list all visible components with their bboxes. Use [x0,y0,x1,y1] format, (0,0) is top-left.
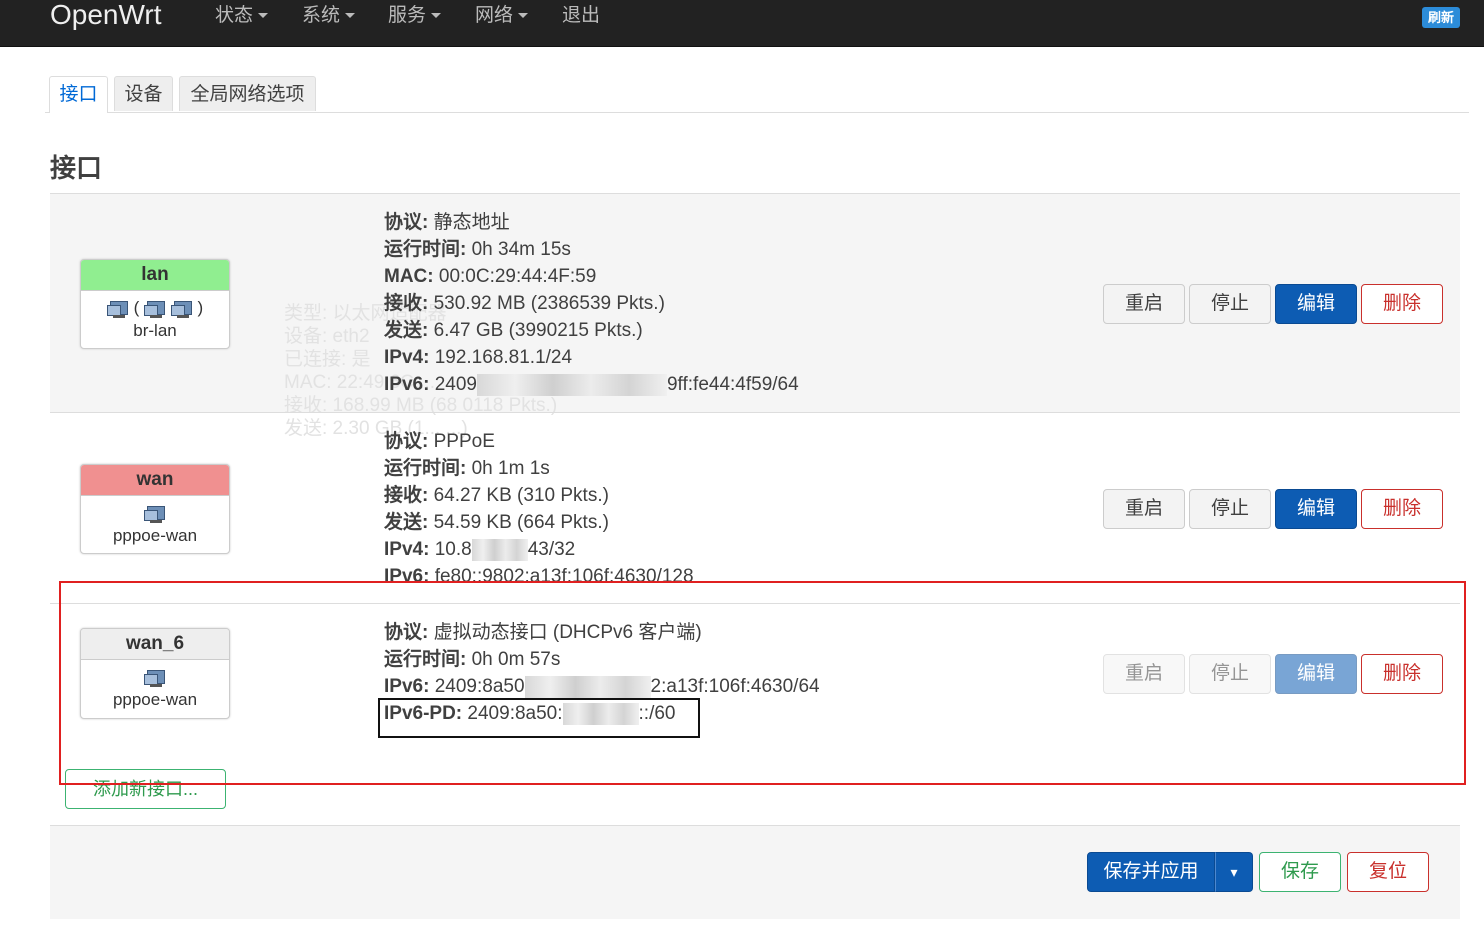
menu-status[interactable]: 状态 [215,4,269,28]
chevron-down-icon [258,13,269,19]
edit-button[interactable]: 编辑 [1275,489,1357,529]
save-button[interactable]: 保存 [1259,852,1341,892]
save-apply-button[interactable]: 保存并应用 [1087,852,1215,892]
tab-global-options[interactable]: 全局网络选项 [179,76,316,111]
interface-box-wan: wan pppoe-wan [80,464,230,554]
tab-devices[interactable]: 设备 [114,76,173,111]
interface-box-body: pppoe-wan [81,496,229,546]
save-apply-dropdown-toggle[interactable]: ▾ [1215,852,1253,892]
footer-actions: 保存并应用 ▾ 保存 复位 [50,825,1460,919]
interface-info: 协议: 静态地址 运行时间: 0h 34m 15s MAC: 00:0C:29:… [384,212,799,396]
tab-bar: 接口 设备 全局网络选项 [45,76,1469,113]
menu-system[interactable]: 系统 [302,4,356,28]
reset-button[interactable]: 复位 [1347,852,1429,892]
chevron-down-icon [518,13,529,19]
interface-device: pppoe-wan [112,526,198,545]
redacted-blur [476,373,667,396]
ethernet-icon [170,299,193,319]
menu-services[interactable]: 服务 [388,4,442,28]
menu-label: 系统 [302,5,341,26]
stop-button[interactable]: 停止 [1189,284,1271,324]
top-navbar: OpenWrt 状态 系统 服务 网络 退出 刷新 [0,0,1484,47]
interface-box-body: ( ) br-lan [81,291,229,341]
tab-interfaces[interactable]: 接口 [49,76,108,113]
highlight-box [378,698,700,738]
redacted-blur [471,538,528,561]
menu-label: 退出 [562,5,601,26]
highlight-box [59,581,1466,785]
menu-label: 状态 [215,5,254,26]
menu-label: 服务 [388,5,427,26]
delete-button[interactable]: 删除 [1361,489,1443,529]
interface-name: wan [81,465,229,496]
restart-button[interactable]: 重启 [1103,489,1185,529]
ethernet-icon [144,504,166,524]
table-row-wan: wan pppoe-wan 协议: PPPoE 运行时间: 0h 1m 1s 接… [50,413,1460,603]
ethernet-icon [144,299,166,319]
restart-button[interactable]: 重启 [1103,284,1185,324]
interface-name: lan [81,260,229,291]
interface-info: 协议: PPPoE 运行时间: 0h 1m 1s 接收: 64.27 KB (3… [384,431,694,581]
page-title: 接口 [50,153,103,183]
interface-box-lan: lan ( ) br-lan [80,259,230,349]
ethernet-icon [106,299,129,319]
chevron-down-icon [431,13,442,19]
interface-device: br-lan [133,321,177,340]
chevron-down-icon [345,13,356,19]
table-row-lan: lan ( ) br-lan 类型: 以太网适配器 设备: eth2 已连接: … [50,194,1460,439]
edit-button[interactable]: 编辑 [1275,284,1357,324]
bridge-icons: ( ) [81,295,229,321]
menu-logout[interactable]: 退出 [562,4,600,28]
refresh-badge[interactable]: 刷新 [1422,7,1460,28]
menu-network[interactable]: 网络 [475,4,529,28]
delete-button[interactable]: 删除 [1361,284,1443,324]
brand-logo[interactable]: OpenWrt [50,0,162,30]
menu-label: 网络 [475,5,514,26]
stop-button[interactable]: 停止 [1189,489,1271,529]
